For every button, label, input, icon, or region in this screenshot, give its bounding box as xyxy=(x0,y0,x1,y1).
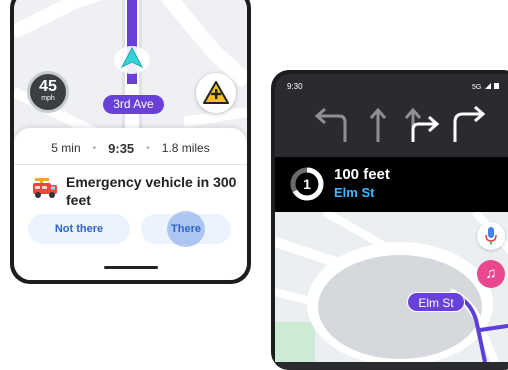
music-icon: ♫ xyxy=(485,265,497,282)
network-label: 5G xyxy=(472,84,482,91)
separator-dot: • xyxy=(146,142,150,154)
exit-number: 1 xyxy=(303,176,311,192)
maps-screen: 9:30 5G 1 100 feet Elm St ♫ Elm St xyxy=(275,74,508,370)
report-button[interactable] xyxy=(196,73,236,113)
divider xyxy=(14,164,247,165)
home-indicator[interactable] xyxy=(104,266,158,269)
alert-message: Emergency vehicle in 300 feet xyxy=(66,174,237,208)
signal-battery-icon xyxy=(485,83,500,89)
status-time: 9:30 xyxy=(287,82,303,91)
alert-sheet: 5 min • 9:35 • 1.8 miles Emergency vehic… xyxy=(14,128,247,280)
phone-waze: 45 mph 3rd Ave 5 min • 9:35 • 1.8 miles xyxy=(10,0,251,284)
instruction-distance: 100 feet xyxy=(334,166,390,183)
there-button-label: There xyxy=(171,223,201,235)
mic-icon xyxy=(485,227,497,245)
lane-straight-arrow-icon xyxy=(369,107,387,142)
map-view[interactable] xyxy=(275,212,508,362)
lane-straight-right-arrow-icon xyxy=(404,107,440,142)
eta-row: 5 min • 9:35 • 1.8 miles xyxy=(14,138,247,158)
lane-right-arrow-icon xyxy=(453,105,486,142)
eta-distance: 1.8 miles xyxy=(161,141,210,155)
waze-screen: 45 mph 3rd Ave 5 min • 9:35 • 1.8 miles xyxy=(14,0,247,280)
there-button[interactable]: There xyxy=(141,211,231,247)
not-there-button[interactable]: Not there xyxy=(28,214,130,244)
turn-instruction-banner[interactable]: 1 100 feet Elm St xyxy=(275,157,508,212)
speed-value: 45 xyxy=(39,78,57,95)
music-button[interactable]: ♫ xyxy=(477,260,505,288)
status-icons: 5G xyxy=(472,82,503,91)
map-street-label: Elm St xyxy=(407,292,465,312)
warning-plus-icon xyxy=(203,81,229,104)
speed-unit: mph xyxy=(41,95,55,102)
current-street-label: 3rd Ave xyxy=(103,95,164,114)
lane-left-arrow-icon xyxy=(314,107,347,142)
fire-truck-icon xyxy=(33,178,57,198)
voice-search-button[interactable] xyxy=(477,222,505,250)
separator-dot: • xyxy=(92,142,97,154)
phone-maps: 9:30 5G 1 100 feet Elm St ♫ Elm St xyxy=(271,70,508,370)
speedometer: 45 mph xyxy=(27,71,69,113)
lane-guidance xyxy=(314,105,486,142)
eta-arrival-time: 9:35 xyxy=(108,140,135,156)
instruction-street: Elm St xyxy=(334,185,375,200)
eta-duration: 5 min xyxy=(51,141,81,155)
roundabout-exit-icon: 1 xyxy=(290,167,324,201)
